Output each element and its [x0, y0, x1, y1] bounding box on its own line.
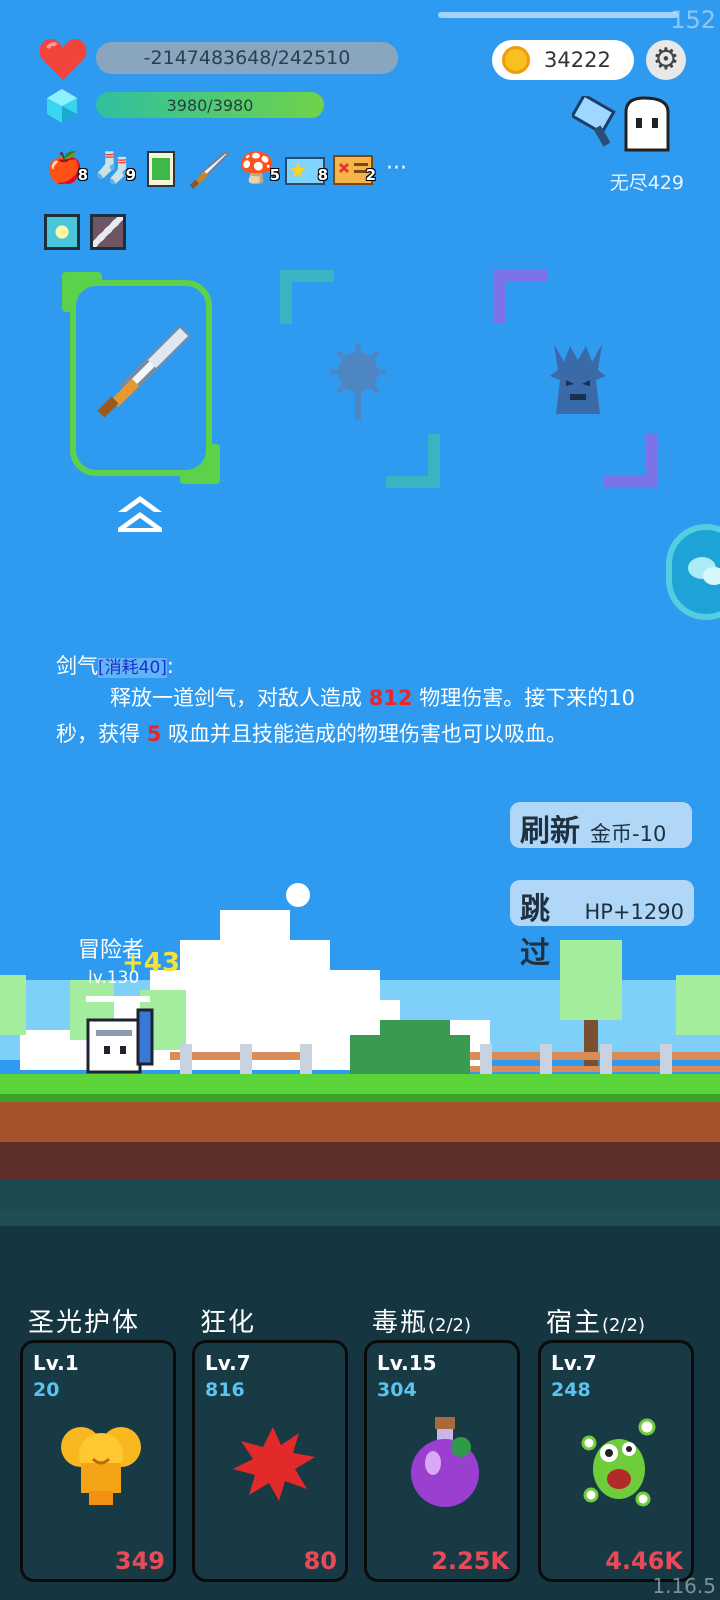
chevron-up-icon [118, 496, 162, 532]
inventory-row: 🍎 8 🧦 9 🍄 5 8 2 ··· [44, 148, 407, 190]
endless-stage-label: 无尽429 [609, 172, 684, 194]
hero-knight-sprite[interactable] [86, 1008, 154, 1074]
skill-card-poison-bottle[interactable]: Lv.15 304 2.25K [364, 1340, 520, 1582]
mushroom-icon[interactable]: 🍄 5 [236, 148, 280, 190]
poison-bottle-icon [411, 1417, 479, 1507]
skill-cost: 2.25K [431, 1547, 509, 1575]
cleaver-icon[interactable] [572, 96, 616, 147]
skill-desc-title: 剑气[消耗40]: [56, 650, 174, 680]
light-buff-icon[interactable] [44, 214, 80, 250]
version-label: 1.16.5 [652, 1574, 716, 1598]
fps-counter: 152 [670, 6, 716, 34]
chat-button[interactable] [666, 524, 720, 620]
map-icon[interactable]: 2 [332, 148, 376, 190]
sword-icon[interactable] [188, 148, 230, 190]
buff-row [44, 214, 126, 250]
skill-name: 剑气 [56, 654, 98, 678]
choice-frame-corner [386, 434, 440, 488]
skill-card-holy-shield[interactable]: Lv.1 20 349 [20, 1340, 176, 1582]
ghost-icon[interactable] [624, 96, 670, 152]
gear-icon[interactable]: ⚙ [646, 40, 686, 80]
skill-cost: 4.46K [605, 1547, 683, 1575]
skill-label: 宿主 [546, 1308, 603, 1338]
desc-lifesteal-value: 5 [146, 722, 162, 746]
skill-card-berserk[interactable]: Lv.7 816 80 [192, 1340, 348, 1582]
star-ticket-icon[interactable]: 8 [284, 148, 328, 190]
skill-value: 816 [205, 1379, 245, 1401]
parasite-monster-icon [581, 1418, 656, 1507]
blade-buff-icon[interactable] [90, 214, 126, 250]
heart-icon [39, 38, 87, 80]
apple-icon[interactable]: 🍎 8 [44, 148, 88, 190]
skill-cost: 80 [303, 1547, 337, 1575]
coin-value: 34222 [544, 48, 611, 72]
choice-frame-corner [280, 270, 334, 324]
rage-splat-icon [233, 1427, 315, 1501]
sock-icon[interactable]: 🧦 9 [92, 148, 136, 190]
skill-uses: (2/2) [428, 1315, 472, 1336]
heal-popup: +43 [122, 948, 180, 978]
top-progress-bar [438, 12, 678, 18]
skill-1-name: 狂化 [200, 1302, 256, 1339]
refresh-cost: 金币-10 [590, 822, 667, 846]
skill-uses: (2/2) [602, 1315, 646, 1336]
skill-cost: 349 [114, 1547, 165, 1575]
skill-card-host[interactable]: Lv.7 248 4.46K [538, 1340, 694, 1582]
skill-label: 狂化 [200, 1308, 257, 1338]
skill-level: Lv.15 [377, 1351, 437, 1375]
panel-edge [0, 1210, 720, 1226]
skill-2-name: 毒瓶(2/2) [372, 1302, 471, 1339]
battle-scene [0, 883, 720, 1210]
sword-icon [97, 325, 191, 418]
skill-desc-body: 释放一道剑气，对敌人造成 812 物理伤害。接下来的10秒，获得 5 吸血并且技… [56, 680, 676, 752]
skill-0-name: 圣光护体 [28, 1302, 140, 1339]
coin-counter: 34222 [492, 40, 634, 80]
choice-frame-corner [604, 434, 658, 488]
skill-level: Lv.7 [205, 1351, 251, 1375]
skill-desc-colon: : [166, 654, 174, 678]
refresh-label: 刷新 [520, 814, 580, 849]
top-right-icons [572, 96, 670, 152]
card-icon[interactable] [140, 148, 182, 190]
holy-shield-icon [61, 1427, 141, 1505]
skill-level: Lv.1 [33, 1351, 79, 1375]
mana-crystal-icon [47, 89, 77, 123]
skill-label: 毒瓶 [372, 1308, 429, 1338]
skill-value: 20 [33, 1379, 60, 1401]
refresh-button[interactable]: 刷新 金币-10 [510, 802, 692, 849]
skill-value: 304 [377, 1379, 417, 1401]
desc-damage-value: 812 [368, 686, 413, 710]
desc-text: 吸血并且技能造成的物理伤害也可以吸血。 [161, 722, 567, 746]
desc-text: 释放一道剑气，对敌人造成 [110, 686, 369, 710]
chat-icon [688, 557, 720, 585]
skill-3-name: 宿主(2/2) [546, 1302, 645, 1339]
spiked-mace-icon[interactable] [326, 342, 390, 422]
hero-hp-bar [86, 996, 150, 1002]
choice-frame-corner [494, 270, 548, 324]
skill-label: 圣光护体 [28, 1308, 141, 1338]
skill-level: Lv.7 [551, 1351, 597, 1375]
skill-value: 248 [551, 1379, 591, 1401]
skill-mana-cost: [消耗40] [98, 658, 167, 678]
tree-monster-icon[interactable] [546, 340, 610, 420]
coin-icon [502, 46, 530, 74]
mp-bar: 3980/3980 [96, 92, 324, 118]
hp-bar: -2147483648/242510 [96, 42, 398, 74]
more-items-button[interactable]: ··· [386, 148, 407, 190]
